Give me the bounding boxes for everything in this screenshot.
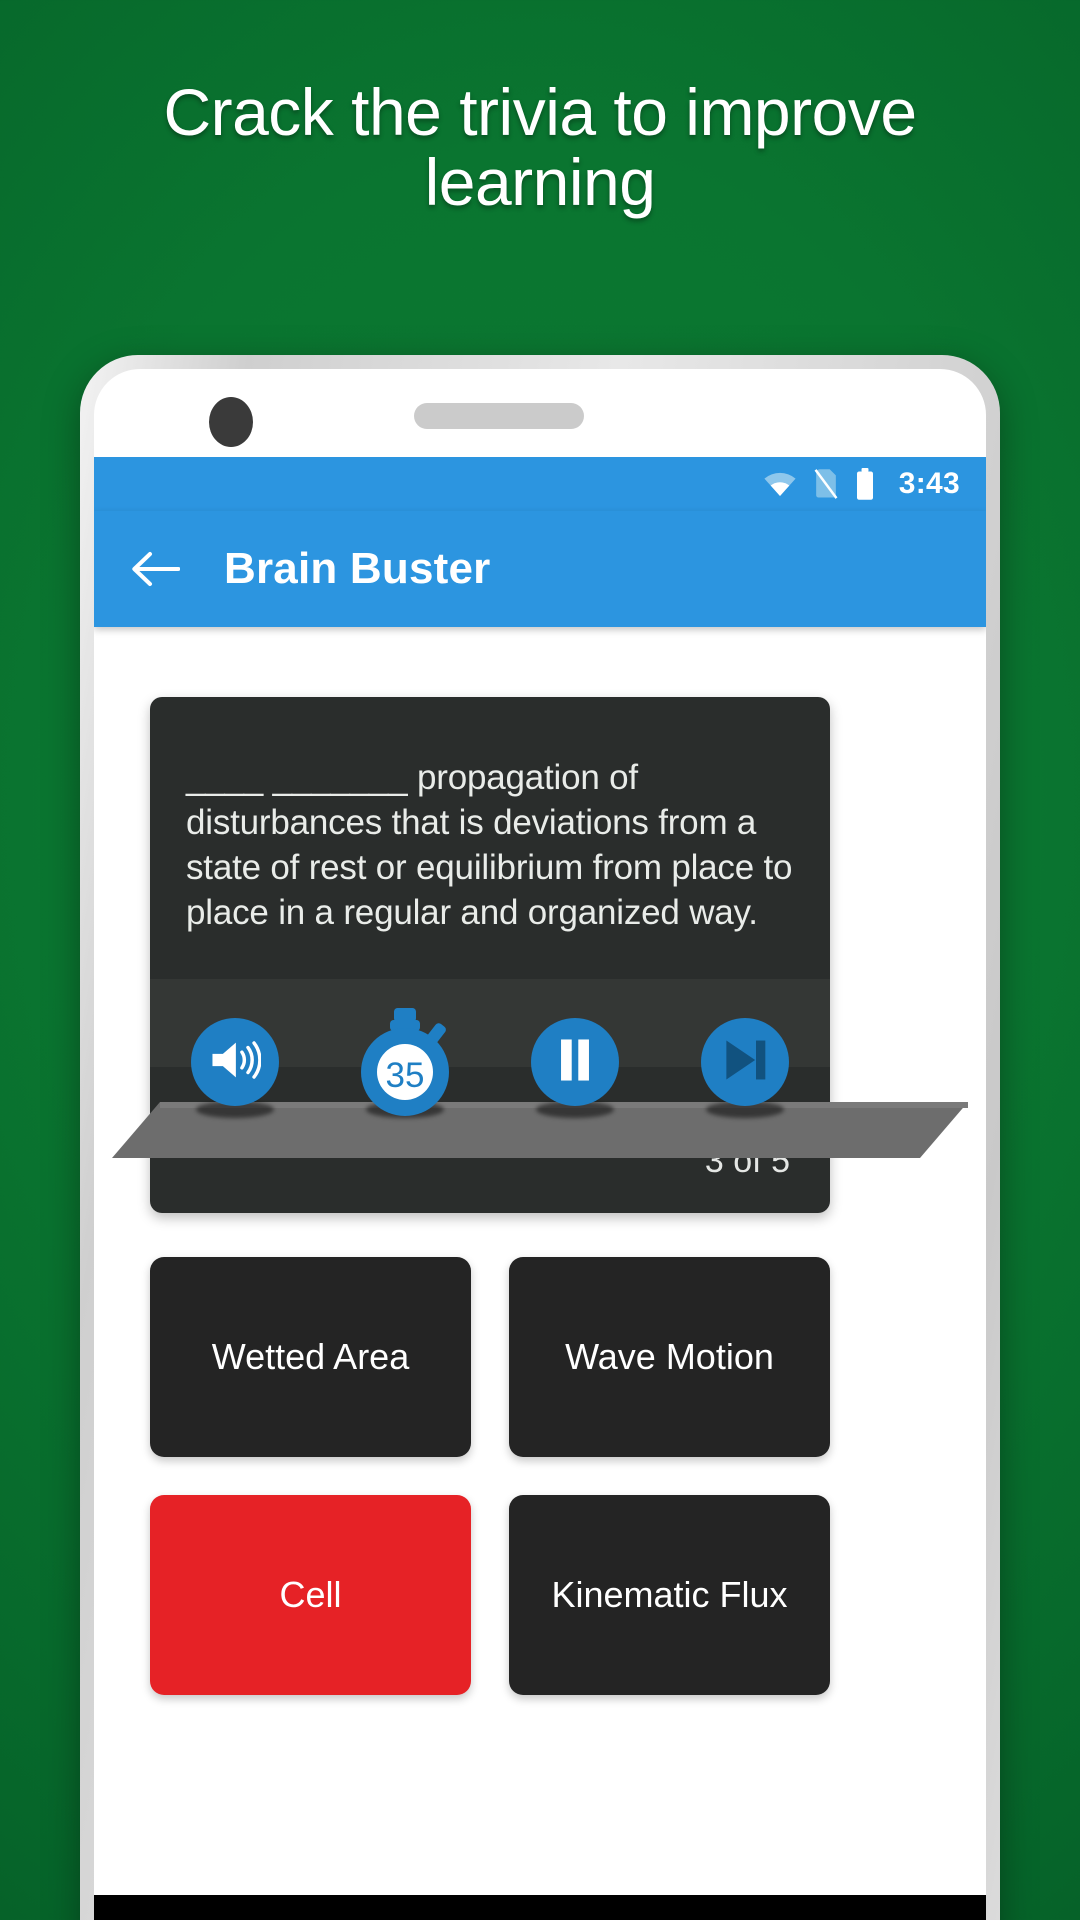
status-bar-clock: 3:43	[898, 467, 960, 500]
app-bar: Brain Buster	[94, 511, 986, 627]
promo-headline: Crack the trivia to improve learning	[163, 75, 917, 219]
next-button-circle	[701, 1018, 789, 1106]
phone-mockup: 3:43 Brain Buster ____ _______ propagati…	[80, 355, 1000, 1920]
volume-up-icon	[209, 1039, 262, 1086]
timer-button[interactable]: 35	[355, 1008, 455, 1118]
stopwatch-icon: 35	[349, 1006, 461, 1118]
speaker-button-circle	[191, 1018, 279, 1106]
control-buttons: 35	[150, 1002, 830, 1122]
timer-value: 35	[386, 1056, 425, 1095]
speaker-button[interactable]	[185, 1012, 285, 1118]
system-navigation-bar	[94, 1895, 986, 1920]
page-title: Brain Buster	[224, 544, 491, 593]
no-sim-icon	[813, 468, 839, 500]
answer-option-4[interactable]: Kinematic Flux	[509, 1495, 830, 1695]
pause-icon	[555, 1037, 595, 1088]
skip-next-icon	[721, 1038, 769, 1087]
answer-option-2[interactable]: Wave Motion	[509, 1257, 830, 1457]
camera-dot-icon	[209, 397, 253, 447]
phone-bezel: 3:43 Brain Buster ____ _______ propagati…	[94, 369, 986, 1920]
phone-screen: 3:43 Brain Buster ____ _______ propagati…	[94, 457, 986, 1920]
wifi-icon	[763, 471, 797, 497]
pause-button[interactable]	[525, 1012, 625, 1118]
pause-button-circle	[531, 1018, 619, 1106]
question-counter: 3 of 5	[704, 1142, 790, 1180]
battery-icon	[855, 468, 875, 500]
next-button[interactable]	[695, 1012, 795, 1118]
speaker-grille-icon	[414, 403, 584, 429]
back-arrow-icon[interactable]	[130, 547, 181, 591]
question-text: ____ _______ propagation of disturbances…	[186, 758, 793, 933]
question-card: ____ _______ propagation of disturbances…	[150, 697, 830, 1213]
answer-option-3[interactable]: Cell	[150, 1495, 471, 1695]
answer-option-1[interactable]: Wetted Area	[150, 1257, 471, 1457]
status-bar: 3:43	[94, 457, 986, 511]
answer-grid: Wetted Area Wave Motion Cell Kinematic F…	[150, 1257, 830, 1695]
